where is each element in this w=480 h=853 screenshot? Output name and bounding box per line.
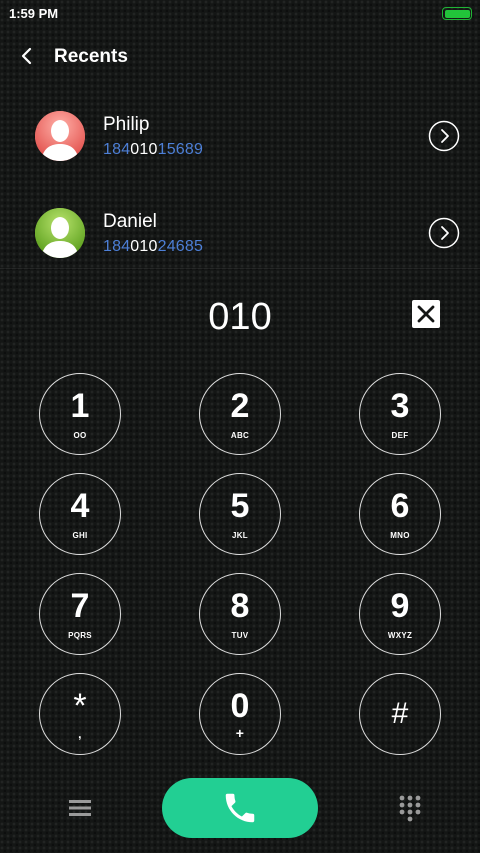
close-icon (417, 305, 435, 323)
key-8[interactable]: 8 TUV (199, 573, 281, 655)
recent-item-philip[interactable]: Philip 18401015689 (0, 102, 480, 170)
contact-details-button[interactable] (428, 217, 460, 249)
keypad-toggle-button[interactable] (397, 794, 423, 822)
key-7[interactable]: 7 PQRS (39, 573, 121, 655)
divider (0, 268, 480, 269)
contact-number: 18401024685 (103, 238, 204, 255)
chevron-right-circle-icon (428, 120, 460, 152)
menu-icon (69, 800, 91, 816)
chevron-left-icon (21, 47, 32, 65)
dial-number-display: 010 (208, 296, 272, 338)
contact-details-button[interactable] (428, 120, 460, 152)
chevron-right-circle-icon (428, 217, 460, 249)
dialpad-icon (399, 795, 421, 822)
key-5[interactable]: 5 JKL (199, 473, 281, 555)
menu-button[interactable] (66, 796, 94, 820)
person-silhouette-icon (35, 208, 85, 258)
page-title: Recents (54, 46, 128, 67)
call-button[interactable] (162, 778, 318, 838)
recent-item-daniel[interactable]: Daniel 18401024685 (0, 199, 480, 267)
key-1[interactable]: 1 OO (39, 373, 121, 455)
key-9[interactable]: 9 WXYZ (359, 573, 441, 655)
status-time: 1:59 PM (9, 6, 59, 21)
clear-button[interactable] (412, 300, 440, 328)
battery-icon (442, 7, 472, 20)
phone-icon (225, 793, 255, 823)
person-silhouette-icon (35, 111, 85, 161)
key-6[interactable]: 6 MNO (359, 473, 441, 555)
avatar (35, 208, 85, 258)
key-4[interactable]: 4 GHI (39, 473, 121, 555)
back-button[interactable] (14, 42, 42, 70)
header: Recents (0, 36, 480, 80)
key-2[interactable]: 2 ABC (199, 373, 281, 455)
contact-name: Philip (103, 114, 150, 135)
key-3[interactable]: 3 DEF (359, 373, 441, 455)
contact-name: Daniel (103, 211, 157, 232)
bottom-bar (0, 770, 480, 853)
avatar (35, 111, 85, 161)
key-star[interactable]: * , (39, 673, 121, 755)
status-bar: 1:59 PM (0, 0, 480, 28)
key-hash[interactable]: # (359, 673, 441, 755)
key-0[interactable]: 0 + (199, 673, 281, 755)
contact-number: 18401015689 (103, 141, 204, 158)
